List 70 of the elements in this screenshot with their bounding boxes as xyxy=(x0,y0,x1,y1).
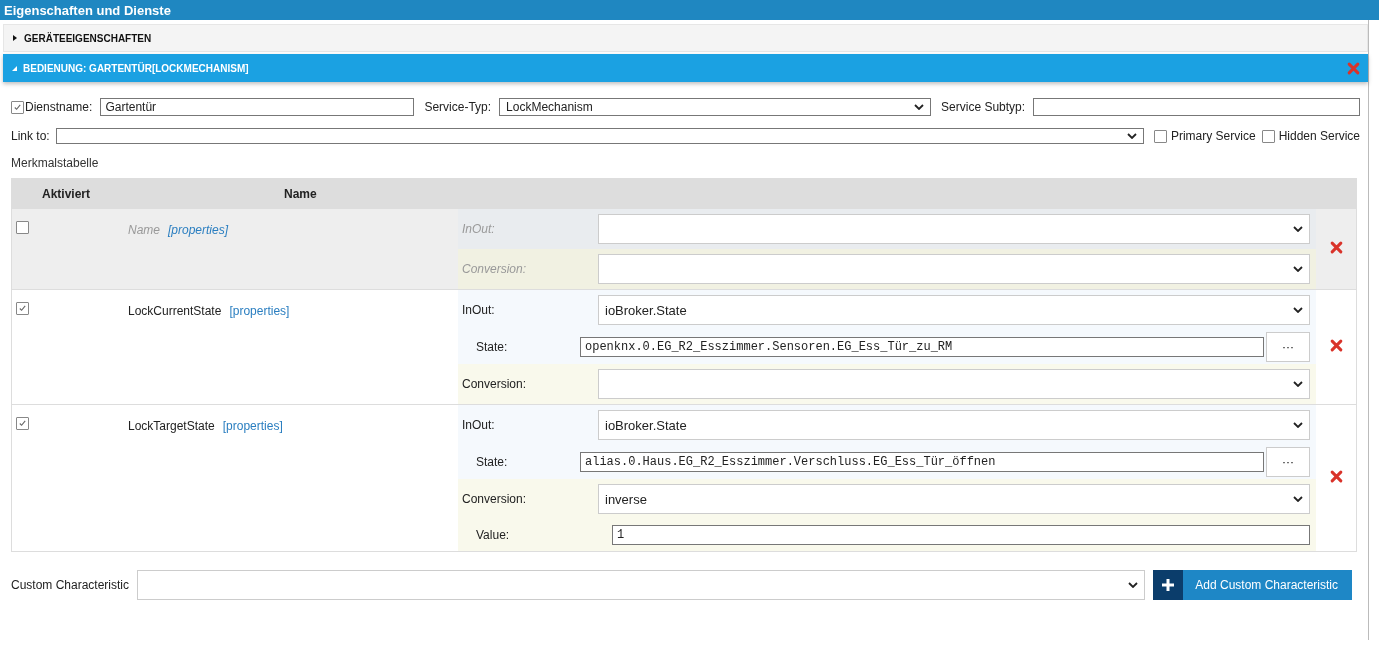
field-label: Conversion: xyxy=(461,492,528,506)
triangle-right-icon xyxy=(12,35,18,41)
checkbox[interactable] xyxy=(16,417,29,430)
chevron-down-icon xyxy=(1293,422,1303,428)
chevron-down-icon xyxy=(914,104,925,110)
select-field[interactable] xyxy=(598,369,1310,399)
select-field[interactable] xyxy=(598,254,1310,284)
input-field[interactable]: openknx.0.EG_R2_Esszimmer.Sensoren.EG_Ess_Tür_zu_RM xyxy=(580,337,1264,357)
properties-link[interactable]: [properties] xyxy=(222,419,283,433)
checkbox[interactable] xyxy=(11,100,24,114)
select-field[interactable]: ioBroker.State xyxy=(598,410,1310,440)
input-field[interactable]: alias.0.Haus.EG_R2_Esszimmer.Verschluss.EG_Ess_Tür_öffnen xyxy=(580,452,1264,472)
delete-icon[interactable] xyxy=(1329,470,1343,483)
field-label: InOut: xyxy=(461,222,496,236)
checkbox[interactable] xyxy=(1261,129,1275,143)
chevron-down-icon xyxy=(1128,582,1139,588)
field-label: Conversion: xyxy=(461,377,528,391)
select-field[interactable]: ioBroker.State xyxy=(598,295,1310,325)
checkbox-label: Primary Service xyxy=(1170,129,1256,143)
field-label: Service-Typ: xyxy=(424,100,492,114)
checkbox[interactable] xyxy=(1153,129,1167,143)
chevron-down-icon xyxy=(1126,133,1137,139)
select-field[interactable]: LockMechanism xyxy=(499,98,932,116)
characteristic-name: LockTargetState xyxy=(128,419,215,433)
browse-button[interactable]: ··· xyxy=(1266,332,1310,362)
section-header[interactable]: GERÄTEEIGENSCHAFTEN xyxy=(3,24,1368,52)
properties-link[interactable]: [properties] xyxy=(229,304,290,318)
browse-button[interactable]: ··· xyxy=(1266,447,1310,477)
characteristic-name: LockCurrentState xyxy=(128,304,222,318)
checkbox[interactable] xyxy=(16,221,29,234)
triangle-down-icon xyxy=(11,65,17,71)
section-title: BEDIENUNG: GARTENTÜR[LOCKMECHANISM] xyxy=(23,62,250,74)
checkbox-label: Hidden Service xyxy=(1278,129,1360,143)
properties-link[interactable]: [properties] xyxy=(168,223,229,237)
field-label: State: xyxy=(475,340,509,354)
select-field[interactable] xyxy=(137,570,1146,600)
field-label: Dienstname: xyxy=(25,100,93,114)
checkmark-icon xyxy=(18,419,27,428)
field-label: InOut: xyxy=(461,418,496,432)
characteristic-name: Name xyxy=(128,223,160,237)
field-label: Conversion: xyxy=(461,262,528,276)
window-title: Eigenschaften und Dienste xyxy=(0,0,1379,20)
checkmark-icon xyxy=(18,304,27,313)
chevron-down-icon xyxy=(1293,226,1303,232)
input-field[interactable]: Gartentür xyxy=(100,98,415,116)
delete-icon[interactable] xyxy=(1329,339,1343,352)
field-label: State: xyxy=(475,455,509,469)
chevron-down-icon xyxy=(1293,266,1303,272)
input-field[interactable]: 1 xyxy=(612,525,1310,545)
chevron-down-icon xyxy=(1293,496,1303,502)
column-header: Name xyxy=(124,178,458,209)
select-field[interactable] xyxy=(55,128,1144,144)
checkbox[interactable] xyxy=(16,302,29,315)
field-label: Value: xyxy=(475,528,511,542)
field-label: Service Subtyp: xyxy=(941,100,1026,114)
chevron-down-icon xyxy=(1293,307,1303,313)
add-button[interactable]: Add Custom Characteristic xyxy=(1153,570,1352,600)
delete-icon[interactable] xyxy=(1329,241,1343,254)
chevron-down-icon xyxy=(1293,381,1303,387)
plus-icon xyxy=(1161,578,1176,592)
input-field[interactable] xyxy=(1033,98,1360,116)
field-label: Custom Characteristic xyxy=(11,578,130,592)
select-field[interactable]: inverse xyxy=(598,484,1310,514)
column-header: Aktiviert xyxy=(11,178,124,209)
field-label: Link to: xyxy=(11,129,50,143)
select-field[interactable] xyxy=(598,214,1310,244)
checkmark-icon xyxy=(13,102,22,112)
field-label: InOut: xyxy=(461,303,496,317)
section-title: GERÄTEEIGENSCHAFTEN xyxy=(24,32,153,44)
section-label: Merkmalstabelle xyxy=(11,156,100,170)
